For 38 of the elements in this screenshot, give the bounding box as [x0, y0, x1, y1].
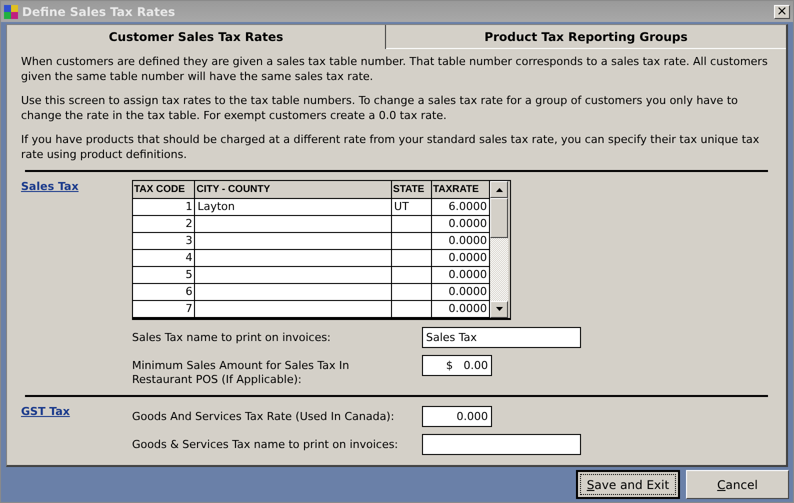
input-field[interactable]: 0.000 — [422, 406, 492, 426]
window-title: Define Sales Tax Rates — [22, 4, 176, 18]
section-link[interactable]: GST Tax — [21, 404, 70, 418]
table-cell: 6 — [133, 283, 195, 300]
table-cell: 0.0000 — [432, 249, 490, 266]
column-header: CITY - COUNTY — [194, 181, 392, 198]
table-cell: 1 — [133, 198, 195, 215]
tab[interactable]: Customer Sales Tax Rates — [7, 25, 386, 49]
input-field[interactable]: $ 0.00 — [422, 354, 492, 376]
column-header: STATE — [392, 181, 432, 198]
field-label: Minimum Sales Amount for Sales Tax In Restaurant POS (If Applicable): — [132, 358, 350, 386]
table-cell: 2 — [133, 215, 195, 232]
field-label: Sales Tax name to print on invoices: — [132, 330, 332, 344]
table-cell: Layton — [194, 198, 392, 215]
section-link[interactable]: Sales Tax — [21, 180, 79, 193]
table-cell: 0.0000 — [432, 215, 490, 232]
column-header: TAX CODE — [133, 181, 195, 198]
table-cell: 7 — [133, 300, 195, 317]
field-label: Goods And Services Tax Rate (Used In Canada): — [132, 408, 396, 424]
tab[interactable]: Product Tax Reporting Groups — [386, 25, 786, 49]
table-cell: 3 — [133, 232, 195, 249]
table-cell: 0.0000 — [432, 266, 490, 283]
table-cell: UT — [392, 198, 432, 215]
description-text: Use this screen to assign tax rates to the tax table numbers. To change a sales tax rate for a group of customers you only have to change the rate in the tax table. For exempt customers create a 0.0 tax rate. — [21, 93, 739, 123]
description-text: If you have products that should be charged at a different rate from your standard sales tax rate, you can specify their tax unique tax rate using product definitions. — [21, 132, 760, 162]
column-header: TAXRATE — [432, 181, 490, 198]
table-cell: 0.0000 — [432, 283, 490, 300]
table-cell: 0.0000 — [432, 300, 490, 317]
input-field[interactable]: Sales Tax — [422, 326, 581, 348]
button[interactable]: Cancel — [686, 470, 789, 499]
close-button[interactable]: × — [774, 4, 790, 18]
table-cell: 5 — [133, 266, 195, 283]
table-cell: 6.0000 — [432, 198, 490, 215]
field-label: Goods & Services Tax name to print on invoices: — [132, 436, 400, 452]
button[interactable]: Save and Exit — [576, 470, 680, 499]
table-cell: 0.0000 — [432, 232, 490, 249]
table-cell: 4 — [133, 249, 195, 266]
description-text: When customers are defined they are given a sales tax table number. That table number corresponds to a sales tax rate. All customers given the same table number will have the same sales tax rate. — [21, 54, 769, 84]
